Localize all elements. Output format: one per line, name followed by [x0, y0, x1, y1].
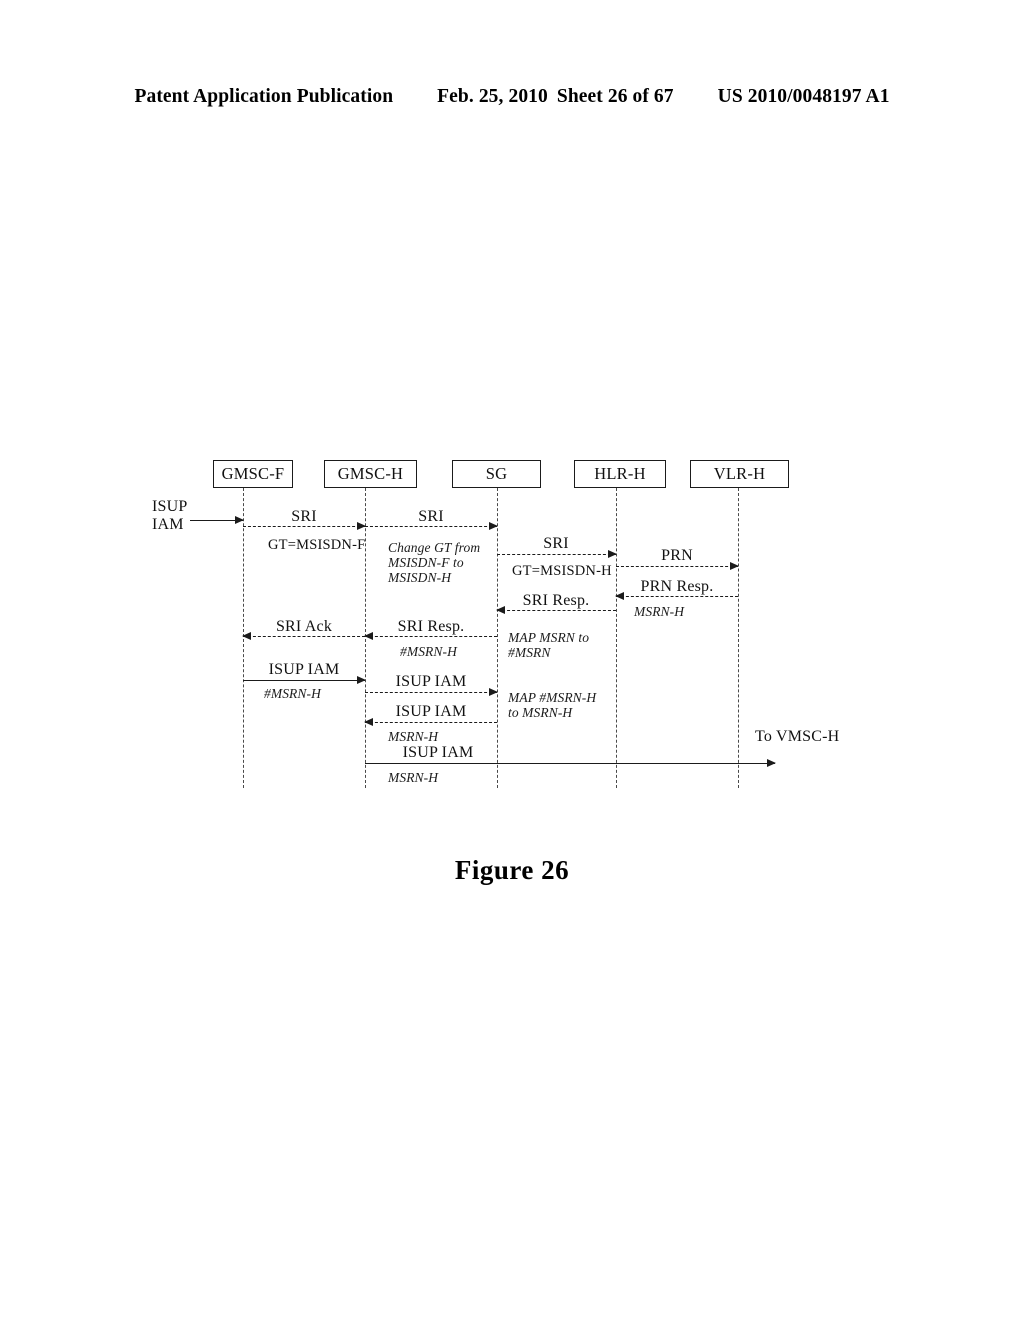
node-label-sg: SG	[485, 464, 508, 483]
message-param-m3: GT=MSISDN-H	[512, 563, 612, 579]
entry-label-isup-iam: ISUP IAM	[152, 498, 188, 533]
node-label-hlr-h: HLR-H	[594, 464, 646, 483]
node-label-vlr-h: VLR-H	[713, 464, 766, 483]
lifeline-hlr-h	[616, 488, 617, 788]
message-line-m2	[365, 526, 497, 527]
message-param-m5: MSRN-H	[634, 604, 685, 619]
node-box-hlr-h: HLR-H	[574, 460, 666, 488]
message-arrow-head-m7	[364, 631, 373, 640]
message-label-m11: ISUP IAM	[395, 703, 467, 720]
message-line-m11	[365, 722, 497, 723]
lifeline-vlr-h	[738, 488, 739, 788]
message-arrow-head-m2	[489, 521, 498, 530]
message-arrow-head-m6	[496, 605, 505, 614]
message-label-m5: PRN Resp.	[640, 578, 714, 595]
node-label-gmsc-h: GMSC-H	[337, 464, 404, 483]
message-label-m10: ISUP IAM	[395, 673, 467, 690]
message-line-m9	[243, 680, 365, 681]
message-arrow-head-m10	[489, 687, 498, 696]
message-param-m7: #MSRN-H	[400, 644, 457, 659]
message-arrow-head-m8	[242, 631, 251, 640]
exit-label-to-vmsc-h: To VMSC-H	[755, 728, 840, 745]
node-box-sg: SG	[452, 460, 541, 488]
message-arrow-head-m5	[615, 591, 624, 600]
message-param-m1: GT=MSISDN-F	[268, 537, 366, 553]
message-param-m12: MSRN-H	[388, 770, 439, 785]
message-line-m1	[243, 526, 365, 527]
message-arrow-head-m12	[767, 758, 776, 767]
message-label-m12: ISUP IAM	[402, 744, 474, 761]
message-label-m6: SRI Resp.	[522, 592, 590, 609]
message-line-m6	[497, 610, 616, 611]
message-line-m5	[616, 596, 738, 597]
message-label-m1: SRI	[291, 508, 317, 525]
sequence-diagram: GMSC-F GMSC-H SG HLR-H VLR-H ISUP IAM SR…	[0, 0, 1024, 1320]
node-box-gmsc-h: GMSC-H	[324, 460, 417, 488]
message-arrow-head-m11	[364, 717, 373, 726]
note-n2-map-msrn: MAP MSRN to #MSRN	[508, 630, 590, 660]
message-label-m8: SRI Ack	[275, 618, 333, 635]
message-line-m7	[365, 636, 497, 637]
entry-arrow-head-right	[235, 515, 244, 524]
message-arrow-head-m9	[357, 675, 366, 684]
message-label-m9: ISUP IAM	[268, 661, 340, 678]
message-label-m3: SRI	[543, 535, 569, 552]
note-n1-change-gt: Change GT from MSISDN-F to MSISDN-H	[388, 540, 481, 585]
message-param-m11: MSRN-H	[388, 729, 439, 744]
message-line-m8	[243, 636, 365, 637]
message-label-m2: SRI	[418, 508, 444, 525]
node-label-gmsc-f: GMSC-F	[221, 464, 285, 483]
message-line-m3	[497, 554, 616, 555]
note-n3-map-hash-msrn: MAP #MSRN-H to MSRN-H	[508, 690, 597, 720]
message-label-m7: SRI Resp.	[397, 618, 465, 635]
message-arrow-head-m3	[608, 549, 617, 558]
node-box-vlr-h: VLR-H	[690, 460, 789, 488]
lifeline-sg	[497, 488, 498, 788]
message-arrow-head-m4	[730, 561, 739, 570]
message-line-m12	[365, 763, 775, 764]
message-param-m9: #MSRN-H	[264, 686, 321, 701]
message-line-m10	[365, 692, 497, 693]
figure-caption: Figure 26	[454, 855, 570, 885]
node-box-gmsc-f: GMSC-F	[213, 460, 293, 488]
message-label-m4: PRN	[661, 547, 693, 564]
message-line-m4	[616, 566, 738, 567]
